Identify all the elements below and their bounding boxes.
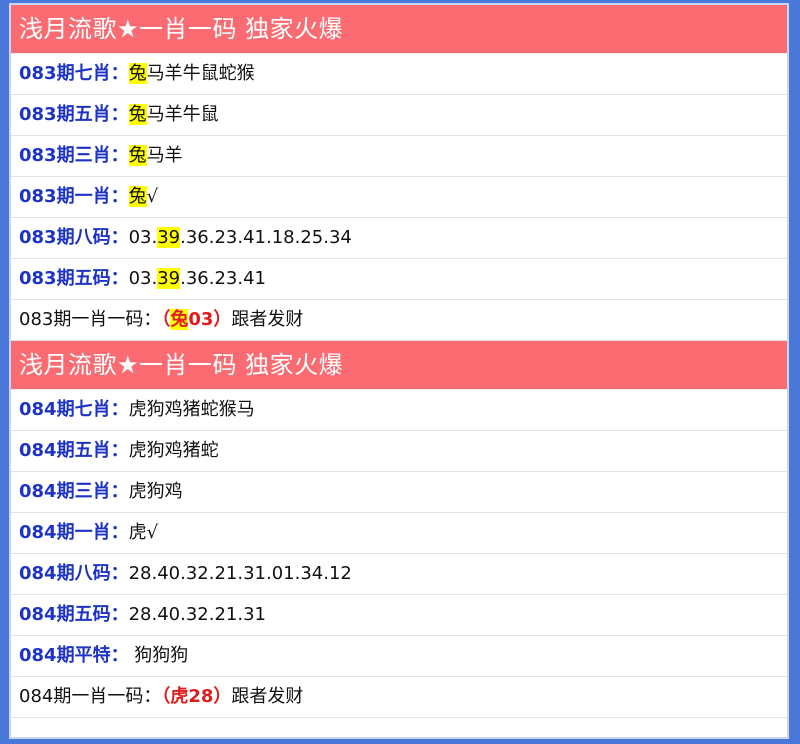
block-title: 浅月流歌★一肖一码 独家火爆: [11, 341, 787, 390]
row-value: 虎狗鸡猪蛇: [128, 440, 219, 461]
block-title: 浅月流歌★一肖一码 独家火爆: [11, 5, 787, 54]
row-value: 兔马羊: [128, 145, 183, 166]
row-value: 28.40.32.21.31: [128, 604, 266, 625]
row-083-seven-zodiac: 083期七肖：兔马羊牛鼠蛇猴: [11, 54, 787, 95]
row-084-five-zodiac: 084期五肖：虎狗鸡猪蛇: [11, 431, 787, 472]
row-label: 083期一肖：: [19, 186, 129, 207]
row-label: 084期平特：: [19, 645, 129, 666]
row-value: 兔马羊牛鼠: [128, 104, 219, 125]
row-label: 083期五码：: [19, 268, 129, 289]
open-paren: （: [161, 309, 171, 330]
row-label: 084期一肖：: [19, 522, 129, 543]
row-value: 28.40.32.21.31.01.34.12: [128, 563, 352, 584]
row-083-final-pick: 083期一肖一码：（兔03）跟者发财: [11, 300, 787, 341]
value-text: 马羊牛鼠蛇猴: [146, 63, 255, 84]
highlight-text: 兔: [170, 309, 189, 330]
highlight-text: 39: [157, 227, 181, 248]
row-label: 084期一肖一码：: [19, 686, 162, 707]
highlight-text: 39: [157, 268, 181, 289]
value-text: √: [146, 186, 159, 207]
row-label: 083期五肖：: [19, 104, 129, 125]
row-label: 083期一肖一码：: [19, 309, 162, 330]
value-text: .36.23.41.18.25.34: [180, 227, 352, 248]
row-label: 084期七肖：: [19, 399, 129, 420]
value-text: 马羊牛鼠: [146, 104, 219, 125]
row-value: 虎√: [128, 522, 159, 543]
highlight-text: 兔: [128, 145, 147, 166]
value-text: 03.: [128, 227, 158, 248]
highlight-text: 兔: [128, 104, 147, 125]
value-text: .36.23.41: [180, 268, 267, 289]
row-label: 084期三肖：: [19, 481, 129, 502]
row-label: 083期八码：: [19, 227, 129, 248]
row-value: 虎狗鸡: [128, 481, 183, 502]
row-083-five-zodiac: 083期五肖：兔马羊牛鼠: [11, 95, 787, 136]
row-label: 084期五码：: [19, 604, 129, 625]
value-text: 03.: [128, 268, 158, 289]
row-value: 兔马羊牛鼠蛇猴: [128, 63, 255, 84]
row-value: 03.39.36.23.41: [129, 268, 266, 289]
row-083-eight-numbers: 083期八码：03.39.36.23.41.18.25.34: [11, 218, 787, 259]
close-paren: ）: [213, 686, 232, 707]
row-value: 兔√: [128, 186, 159, 207]
row-083-three-zodiac: 083期三肖：兔马羊: [11, 136, 787, 177]
row-084-three-zodiac: 084期三肖：虎狗鸡: [11, 472, 787, 513]
highlight-text: 兔: [128, 186, 147, 207]
highlight-text: 兔: [128, 63, 147, 84]
row-value: 03.39.36.23.41.18.25.34: [129, 227, 352, 248]
row-label: 083期七肖：: [19, 63, 129, 84]
row-084-five-numbers: 084期五码：28.40.32.21.31: [11, 595, 787, 636]
pick-number: 03: [188, 309, 214, 330]
row-value: 虎狗鸡猪蛇猴马: [128, 399, 255, 420]
row-084-one-zodiac: 084期一肖：虎√: [11, 513, 787, 554]
close-paren: ）: [213, 309, 232, 330]
row-083-five-numbers: 083期五码：03.39.36.23.41: [11, 259, 787, 300]
row-083-one-zodiac: 083期一肖：兔√: [11, 177, 787, 218]
value-text: 马羊: [146, 145, 183, 166]
row-value: 狗狗狗: [128, 645, 189, 666]
follow-text: 跟者发财: [231, 686, 304, 707]
row-label: 084期五肖：: [19, 440, 129, 461]
row-084-seven-zodiac: 084期七肖：虎狗鸡猪蛇猴马: [11, 390, 787, 431]
row-label: 084期八码：: [19, 563, 129, 584]
open-paren: （: [161, 686, 171, 707]
row-084-final-pick: 084期一肖一码：（虎28）跟者发财: [11, 677, 787, 718]
follow-text: 跟者发财: [231, 309, 304, 330]
row-084-flat-special: 084期平特： 狗狗狗: [11, 636, 787, 677]
row-label: 083期三肖：: [19, 145, 129, 166]
pick-text: 虎28: [170, 686, 214, 707]
content-frame: 浅月流歌★一肖一码 独家火爆 083期七肖：兔马羊牛鼠蛇猴 083期五肖：兔马羊…: [9, 3, 789, 739]
row-084-eight-numbers: 084期八码：28.40.32.21.31.01.34.12: [11, 554, 787, 595]
